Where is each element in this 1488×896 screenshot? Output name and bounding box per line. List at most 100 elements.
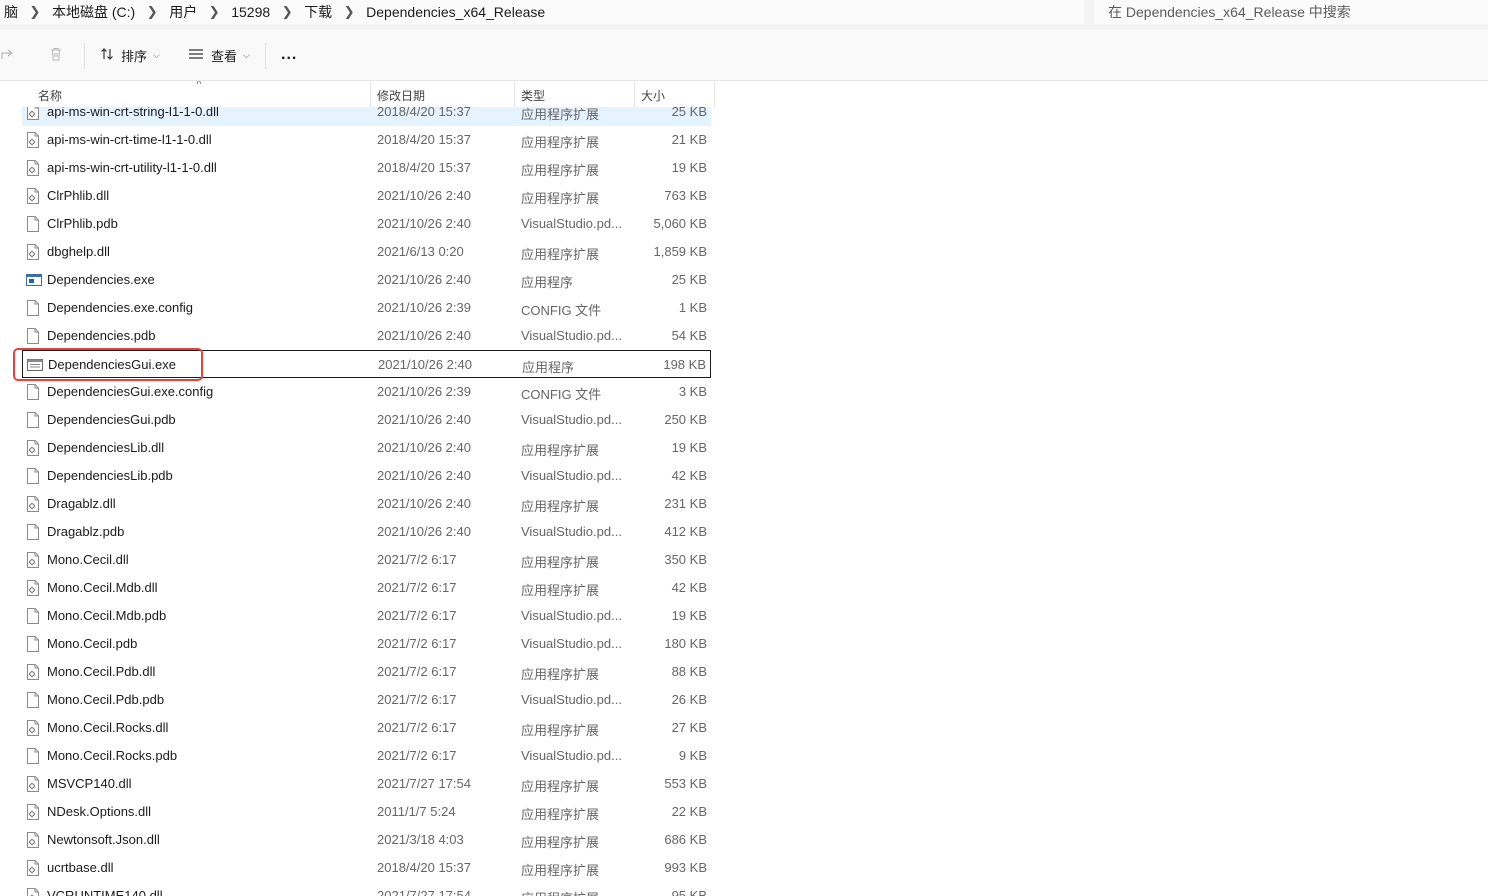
file-row[interactable]: Dragablz.dll 2021/10/26 2:40 应用程序扩展 231 KB [22, 490, 711, 518]
file-modified-date: 2021/7/2 6:17 [377, 608, 457, 623]
file-name: Dependencies.exe.config [47, 300, 193, 315]
file-size: 88 KB [671, 664, 707, 679]
file-row[interactable]: api-ms-win-crt-utility-l1-1-0.dll 2018/4/… [22, 154, 711, 182]
chevron-right-icon: ❯ [281, 4, 293, 19]
column-name[interactable]: 名称 [38, 81, 368, 107]
file-modified-date: 2018/4/20 15:37 [377, 132, 471, 147]
file-row[interactable]: Mono.Cecil.Mdb.pdb 2021/7/2 6:17 VisualStu… [22, 602, 711, 630]
column-divider[interactable] [714, 81, 715, 107]
file-size: 19 KB [671, 608, 707, 623]
file-modified-date: 2018/4/20 15:37 [377, 860, 471, 875]
file-type: CONFIG 文件 [521, 303, 602, 318]
file-modified-date: 2021/3/18 4:03 [377, 832, 464, 847]
chevron-down-icon: ⌵ [153, 49, 160, 60]
application-icon [26, 272, 42, 288]
breadcrumb[interactable]: 脑 ❯ 本地磁盘 (C:) ❯ 用户 ❯ 15298 ❯ 下载 ❯ Depend… [0, 0, 1084, 24]
file-row[interactable]: Mono.Cecil.Pdb.dll 2021/7/2 6:17 应用程序扩展 88 … [22, 658, 711, 686]
file-row[interactable]: Dependencies.exe.config 2021/10/26 2:39 CO… [22, 294, 711, 322]
file-modified-date: 2021/10/26 2:40 [377, 524, 471, 539]
file-type: VisualStudio.pd... [521, 524, 622, 539]
file-type: VisualStudio.pd... [521, 328, 622, 343]
file-row[interactable]: Newtonsoft.Json.dll 2021/3/18 4:03 应用程序扩展 6… [22, 826, 711, 854]
share-button[interactable] [0, 30, 16, 80]
file-type: 应用程序扩展 [521, 583, 600, 598]
column-size[interactable]: 大小 [641, 81, 711, 107]
file-row[interactable]: Mono.Cecil.dll 2021/7/2 6:17 应用程序扩展 350 KB [22, 546, 711, 574]
file-row[interactable]: DependenciesLib.pdb 2021/10/26 2:40 Visual… [22, 462, 711, 490]
file-size: 54 KB [671, 328, 707, 343]
file-row[interactable]: Mono.Cecil.Rocks.pdb 2021/7/2 6:17 VisualS… [22, 742, 711, 770]
column-size-label: 大小 [641, 89, 666, 103]
file-row[interactable]: ClrPhlib.pdb 2021/10/26 2:40 VisualStudio.… [22, 210, 711, 238]
view-button[interactable]: 查看 ⌵ [187, 30, 250, 80]
column-date[interactable]: 修改日期 [377, 81, 507, 107]
file-row[interactable]: Mono.Cecil.Pdb.pdb 2021/7/2 6:17 VisualStu… [22, 686, 711, 714]
file-size: 19 KB [671, 440, 707, 455]
file-row[interactable]: ucrtbase.dll 2018/4/20 15:37 应用程序扩展 993 KB [22, 854, 711, 882]
file-type: VisualStudio.pd... [521, 692, 622, 707]
breadcrumb-item[interactable]: 15298 [227, 4, 274, 20]
file-type: VisualStudio.pd... [521, 468, 622, 483]
file-name: DependenciesLib.pdb [47, 468, 173, 483]
file-size: 180 KB [664, 636, 707, 651]
column-header: 名称 ˄ 修改日期 类型 大小 [0, 81, 715, 107]
column-divider[interactable] [514, 81, 515, 107]
file-size: 42 KB [671, 468, 707, 483]
breadcrumb-item[interactable]: Dependencies_x64_Release [362, 4, 549, 20]
file-row[interactable]: Dependencies.exe 2021/10/26 2:40 应用程序 25 KB [22, 266, 711, 294]
file-modified-date: 2021/7/2 6:17 [377, 664, 457, 679]
file-row[interactable]: api-ms-win-crt-time-l1-1-0.dll 2018/4/20 … [22, 126, 711, 154]
breadcrumb-item[interactable]: 下载 [300, 2, 336, 22]
dll-file-icon [26, 496, 40, 512]
column-divider[interactable] [370, 81, 371, 107]
file-size: 3 KB [678, 384, 707, 399]
file-type: 应用程序扩展 [521, 135, 600, 150]
breadcrumb-item[interactable]: 用户 [165, 2, 201, 22]
breadcrumb-item[interactable]: 脑 [0, 2, 22, 22]
column-name-label: 名称 [38, 89, 63, 103]
search-input[interactable]: 在 Dependencies_x64_Release 中搜索 [1094, 0, 1488, 24]
file-type: VisualStudio.pd... [521, 216, 622, 231]
file-type: 应用程序扩展 [521, 779, 600, 794]
file-row[interactable]: NDesk.Options.dll 2011/1/7 5:24 应用程序扩展 22 K… [22, 798, 711, 826]
file-row[interactable]: DependenciesGui.pdb 2021/10/26 2:40 Visual… [22, 406, 711, 434]
more-options-button[interactable]: ... [281, 30, 297, 80]
file-type: 应用程序扩展 [521, 723, 600, 738]
file-row[interactable]: DependenciesGui.exe 2021/10/26 2:40 应用程序 19… [22, 350, 711, 378]
file-row[interactable]: dbghelp.dll 2021/6/13 0:20 应用程序扩展 1,859 KB [22, 238, 711, 266]
dll-file-icon [26, 720, 40, 736]
file-size: 1,859 KB [653, 244, 708, 259]
file-type: 应用程序扩展 [521, 443, 600, 458]
file-modified-date: 2021/10/26 2:39 [377, 384, 471, 399]
file-row[interactable]: Dependencies.pdb 2021/10/26 2:40 VisualStu… [22, 322, 711, 350]
file-row[interactable]: Dragablz.pdb 2021/10/26 2:40 VisualStudio.… [22, 518, 711, 546]
column-divider[interactable] [634, 81, 635, 107]
dll-file-icon [26, 440, 40, 456]
column-date-label: 修改日期 [377, 89, 426, 103]
file-size: 95 KB [671, 888, 707, 896]
file-row[interactable]: MSVCP140.dll 2021/7/27 17:54 应用程序扩展 553 KB [22, 770, 711, 798]
file-type: 应用程序扩展 [521, 888, 599, 896]
file-list: api-ms-win-crt-string-l1-1-0.dll 2018/4/2… [0, 81, 1488, 896]
file-name: api-ms-win-crt-time-l1-1-0.dll [47, 132, 212, 147]
file-size: 5,060 KB [653, 216, 708, 231]
file-row[interactable]: ClrPhlib.dll 2021/10/26 2:40 应用程序扩展 763 KB [22, 182, 711, 210]
breadcrumb-item[interactable]: 本地磁盘 (C:) [48, 2, 139, 22]
file-icon [26, 384, 40, 400]
sort-button[interactable]: 排序 ⌵ [99, 30, 160, 80]
file-modified-date: 2021/10/26 2:40 [377, 412, 471, 427]
column-type-label: 类型 [521, 89, 546, 103]
file-row[interactable]: VCRUNTIME140.dll 2021/7/27 17:54 应用程序扩展 95 … [22, 882, 711, 896]
file-modified-date: 2021/10/26 2:40 [377, 328, 471, 343]
file-row[interactable]: Mono.Cecil.Mdb.dll 2021/7/2 6:17 应用程序扩展 42 … [22, 574, 711, 602]
file-row[interactable]: Mono.Cecil.pdb 2021/7/2 6:17 VisualStudio.… [22, 630, 711, 658]
file-size: 9 KB [678, 748, 707, 763]
file-name: Newtonsoft.Json.dll [47, 832, 160, 847]
file-row[interactable]: DependenciesGui.exe.config 2021/10/26 2:3… [22, 378, 711, 406]
file-row[interactable]: DependenciesLib.dll 2021/10/26 2:40 应用程序扩展… [22, 434, 711, 462]
file-name: VCRUNTIME140.dll [47, 888, 163, 896]
file-row[interactable]: Mono.Cecil.Rocks.dll 2021/7/2 6:17 应用程序扩展 2… [22, 714, 711, 742]
delete-button[interactable] [48, 30, 64, 80]
file-size: 763 KB [664, 188, 707, 203]
column-type[interactable]: 类型 [521, 81, 631, 107]
